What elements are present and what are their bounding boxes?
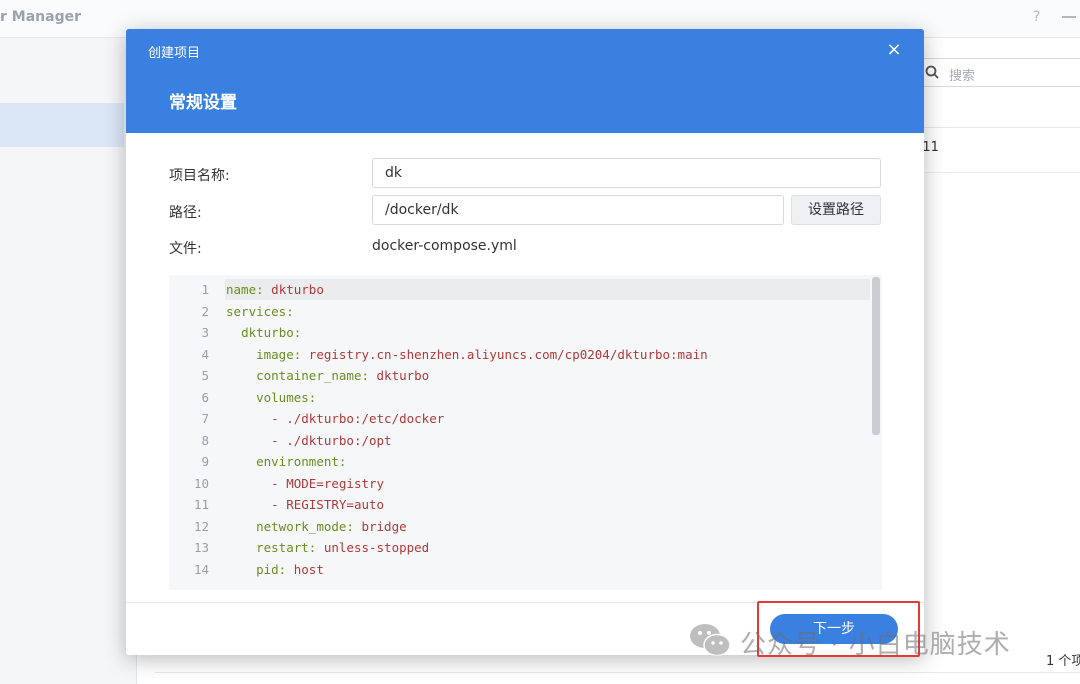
yaml-value: dkturbo bbox=[369, 368, 430, 383]
code-text: - ./dkturbo:/opt bbox=[226, 430, 392, 452]
footer-divider bbox=[155, 672, 1080, 673]
line-number: 5 bbox=[201, 368, 209, 383]
yaml-value: - ./dkturbo:/etc/docker bbox=[271, 411, 445, 426]
path-input[interactable]: /docker/dk bbox=[372, 195, 784, 225]
code-text: network_mode: bridge bbox=[226, 516, 407, 538]
project-name-label: 项目名称: bbox=[169, 168, 230, 184]
yaml-value: - MODE=registry bbox=[271, 475, 385, 491]
code-line: 7 - ./dkturbo:/etc/docker bbox=[169, 408, 869, 430]
code-line: 1 name: dkturbo bbox=[169, 279, 869, 301]
yaml-value: - REGISTRY=auto bbox=[271, 497, 385, 512]
line-number: 7 bbox=[201, 411, 209, 426]
project-name-input[interactable]: dk bbox=[372, 158, 881, 188]
yaml-key: dkturbo: bbox=[241, 325, 302, 340]
yaml-value: unless-stopped bbox=[316, 540, 430, 555]
code-line: 6 volumes: bbox=[169, 387, 869, 409]
code-line: 14 pid: host bbox=[169, 559, 869, 581]
code-text: - REGISTRY=auto bbox=[226, 494, 384, 516]
code-line: 10 - MODE=registry bbox=[169, 473, 869, 495]
create-project-dialog: 创建项目 × 常规设置 项目名称: dk 路径: /docker/dk 设置路径… bbox=[126, 29, 924, 655]
code-text: - ./dkturbo:/etc/docker bbox=[226, 408, 444, 430]
code-line: 4 image: registry.cn-shenzhen.aliyuncs.c… bbox=[169, 344, 869, 366]
yaml-key: restart: bbox=[256, 540, 317, 555]
wechat-icon bbox=[690, 624, 731, 657]
dialog-header: 创建项目 × 常规设置 bbox=[126, 29, 924, 133]
yaml-value: dkturbo bbox=[263, 282, 324, 297]
code-text: name: dkturbo bbox=[226, 279, 324, 301]
row-divider bbox=[918, 172, 1080, 173]
search-placeholder: 搜索 bbox=[949, 69, 976, 84]
code-line: 12 network_mode: bridge bbox=[169, 516, 869, 538]
line-number: 1 bbox=[201, 282, 209, 297]
line-number: 2 bbox=[201, 303, 209, 319]
yaml-key: volumes: bbox=[256, 389, 317, 405]
minimize-icon[interactable] bbox=[1062, 16, 1076, 18]
search-input[interactable]: 搜索 bbox=[918, 58, 1080, 87]
watermark-text: 公众号 · 小白电脑技术 bbox=[740, 630, 1011, 660]
code-line: 2 services: bbox=[169, 301, 869, 323]
yaml-key: environment: bbox=[256, 454, 347, 469]
line-number: 4 bbox=[201, 346, 209, 362]
dialog-subtitle: 常规设置 bbox=[169, 93, 237, 113]
yaml-key: name: bbox=[226, 282, 264, 297]
code-text: pid: host bbox=[226, 559, 324, 581]
file-value: docker-compose.yml bbox=[372, 238, 517, 254]
code-line: 11 - REGISTRY=auto bbox=[169, 494, 869, 516]
close-icon[interactable]: × bbox=[884, 40, 904, 60]
yaml-key: image: bbox=[256, 346, 302, 362]
line-number: 10 bbox=[193, 475, 209, 491]
yaml-key: pid: bbox=[256, 561, 287, 577]
line-number: 3 bbox=[201, 325, 209, 340]
code-line: 9 environment: bbox=[169, 451, 869, 473]
dialog-title: 创建项目 bbox=[148, 46, 201, 61]
code-text: volumes: bbox=[226, 387, 316, 409]
app-title: r Manager bbox=[0, 9, 81, 25]
path-label: 路径: bbox=[169, 205, 202, 221]
search-icon bbox=[925, 65, 939, 79]
code-line: 8 - ./dkturbo:/opt bbox=[169, 430, 869, 452]
yaml-value: - ./dkturbo:/opt bbox=[271, 432, 392, 448]
set-path-button[interactable]: 设置路径 bbox=[791, 195, 881, 225]
yaml-value: host bbox=[286, 561, 324, 577]
editor-scrollbar[interactable] bbox=[872, 277, 880, 435]
code-text: dkturbo: bbox=[226, 322, 301, 344]
code-line: 3 dkturbo: bbox=[169, 322, 869, 344]
code-text: image: registry.cn-shenzhen.aliyuncs.com… bbox=[226, 344, 708, 366]
code-text: - MODE=registry bbox=[226, 473, 384, 495]
line-number: 13 bbox=[193, 540, 209, 555]
help-icon[interactable]: ? bbox=[1033, 9, 1040, 25]
code-text: environment: bbox=[226, 451, 346, 473]
yaml-value: registry.cn-shenzhen.aliyuncs.com/cp0204… bbox=[301, 346, 708, 362]
line-number: 12 bbox=[193, 518, 209, 534]
yaml-key: container_name: bbox=[256, 368, 369, 383]
line-number: 8 bbox=[201, 432, 209, 448]
line-number: 11 bbox=[193, 497, 209, 512]
yaml-key: services: bbox=[226, 303, 294, 319]
file-label: 文件: bbox=[169, 241, 202, 257]
line-number: 9 bbox=[201, 454, 209, 469]
table-header bbox=[918, 100, 1080, 128]
compose-code-editor[interactable]: 1 name: dkturbo 2 services: 3 dkturbo: 4 imag… bbox=[169, 275, 882, 590]
code-text: restart: unless-stopped bbox=[226, 537, 429, 559]
line-number: 14 bbox=[193, 561, 209, 577]
yaml-key: network_mode: bbox=[256, 518, 354, 534]
code-text: services: bbox=[226, 301, 294, 323]
code-line: 5 container_name: dkturbo bbox=[169, 365, 869, 387]
code-line: 13 restart: unless-stopped bbox=[169, 537, 869, 559]
line-number: 6 bbox=[201, 389, 209, 405]
yaml-value: bridge bbox=[353, 518, 407, 534]
sidebar-selected-item[interactable] bbox=[0, 103, 124, 147]
watermark: 公众号 · 小白电脑技术 bbox=[688, 620, 1058, 660]
code-text: container_name: dkturbo bbox=[226, 365, 429, 387]
